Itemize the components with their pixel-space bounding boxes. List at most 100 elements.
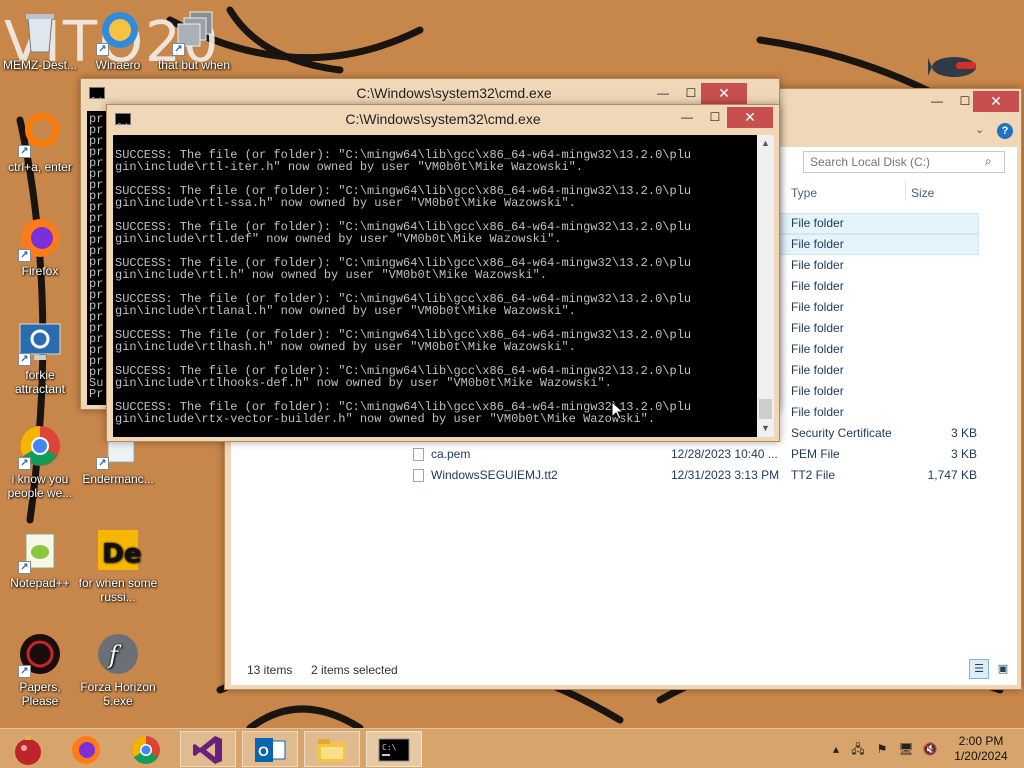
taskbar-cmd-button[interactable]: C:\ (366, 731, 422, 767)
taskbar-outlook-button[interactable]: O (242, 731, 298, 767)
desktop-icon-label: Forza Horizon 5.exe (80, 680, 156, 708)
window-title-text: C:\Windows\system32\cmd.exe (345, 111, 541, 127)
show-hidden-icons-chevron-icon[interactable]: ▴ (828, 742, 844, 756)
shortcut-arrow-icon: ↗ (18, 249, 31, 262)
cmd-window-front[interactable]: C:\Windows\system32\cmd.exe — ☐ ✕ SUCCES… (106, 104, 780, 442)
cmd-icon (115, 112, 131, 140)
close-button[interactable]: ✕ (973, 91, 1019, 112)
papers-please-icon: ↗ (16, 630, 64, 678)
flash-icon: f (94, 630, 142, 678)
chevron-down-icon[interactable]: ⌄ (975, 123, 984, 136)
console-line: gin\include\rtl.def" now owned by user "… (115, 232, 562, 246)
status-selected-count: 2 items selected (311, 663, 398, 677)
minimize-button[interactable]: — (673, 107, 701, 128)
taskbar-start-button[interactable] (0, 731, 56, 767)
large-icons-view-icon[interactable]: ▣ (993, 659, 1013, 679)
close-button[interactable]: ✕ (701, 83, 747, 104)
column-divider (905, 181, 906, 201)
cmd-icon: C:\ (378, 738, 410, 762)
desktop-icon-forkie-attractant[interactable]: ↗ forkie attractant (0, 318, 80, 396)
file-type: File folder (791, 216, 844, 230)
file-size: 3 KB (950, 426, 977, 440)
svg-text:De: De (102, 539, 141, 569)
taskbar-firefox-button[interactable] (58, 731, 114, 767)
status-item-count: 13 items (247, 663, 293, 677)
taskbar-file-explorer-button[interactable] (304, 731, 360, 767)
file-name: WindowsSEGUIEMJ.tt2 (431, 468, 558, 482)
search-input[interactable] (803, 151, 1005, 173)
desktop-icon-label: Endermanc... (82, 472, 154, 486)
desktop-icon-memz[interactable]: MEMZ-Dest... (0, 8, 80, 72)
file-name: ca.pem (431, 447, 471, 461)
desktop-icon-winaero[interactable]: ↗ Winaero (78, 8, 158, 72)
console-line: gin\include\rtlanal.h" now owned by user… (115, 304, 576, 318)
help-icon[interactable]: ? (997, 123, 1013, 139)
desktop-icon-label: MEMZ-Dest... (3, 58, 77, 72)
scrollbar-thumb[interactable] (759, 399, 772, 419)
minimize-button[interactable]: — (923, 91, 951, 112)
desktop-icon-that-but-when[interactable]: ↗ that but when (154, 8, 234, 72)
taskbar-visual-studio-button[interactable] (180, 731, 236, 767)
file-date: 12/28/2023 10:40 ... (671, 447, 778, 461)
file-type: TT2 File (791, 468, 836, 482)
taskbar-chrome-button[interactable] (118, 731, 174, 767)
file-type: File folder (791, 279, 844, 293)
cmd-icon (89, 86, 105, 114)
desktop-icon-ctrl-a-enter[interactable]: ↗ ctrl+a, enter (0, 110, 80, 174)
console-line: gin\include\rtl-iter.h" now owned by use… (115, 160, 584, 174)
svg-text:O: O (258, 743, 269, 759)
scroll-down-arrow-icon[interactable]: ▼ (757, 420, 774, 437)
file-type: File folder (791, 363, 844, 377)
console-line: gin\include\rtl.h" now owned by user "VM… (115, 268, 548, 282)
scroll-up-arrow-icon[interactable]: ▲ (757, 135, 774, 152)
search-icon[interactable]: ⌕ (985, 154, 992, 169)
maximize-button[interactable]: ☐ (701, 107, 729, 128)
network-devices-icon[interactable]: 🖧 (850, 742, 866, 756)
column-header-size[interactable]: Size (911, 186, 934, 200)
taskbar-clock[interactable]: 2:00 PM 1/20/2024 (946, 734, 1016, 764)
action-center-flag-icon[interactable]: ⚑ (874, 742, 890, 756)
console-output[interactable]: SUCCESS: The file (or folder): "C:\mingw… (113, 135, 757, 437)
file-type: File folder (791, 258, 844, 272)
shortcut-arrow-icon: ↗ (172, 43, 185, 56)
desktop-icon-forza-horizon[interactable]: f Forza Horizon 5.exe (78, 630, 158, 708)
svg-text:C:\: C:\ (382, 743, 397, 752)
desktop-icon-firefox[interactable]: ↗ Firefox (0, 214, 80, 278)
window-title-text: C:\Windows\system32\cmd.exe (356, 85, 552, 101)
column-header-type[interactable]: Type (791, 186, 817, 200)
shortcut-arrow-icon: ↗ (18, 353, 31, 366)
file-type: File folder (791, 342, 844, 356)
shortcut-arrow-icon: ↗ (18, 145, 31, 158)
fish-decoration-icon (928, 57, 976, 77)
console-line: gin\include\rtlhooks-def.h" now owned by… (115, 376, 612, 390)
clock-date: 1/20/2024 (954, 749, 1008, 763)
desktop-icon-notepad-plus-plus[interactable]: ↗ Notepad++ (0, 526, 80, 590)
desktop-icon-label: Notepad++ (10, 576, 70, 590)
desktop-icon-i-know-you[interactable]: ↗ i know you people we... (0, 422, 80, 500)
desktop-icon-label: that but when (157, 58, 231, 72)
console-scrollbar[interactable]: ▲ ▼ (757, 135, 774, 437)
desktop-icon-label: for when some russi... (78, 576, 158, 604)
file-type: File folder (791, 405, 844, 419)
file-size: 3 KB (950, 447, 977, 461)
notepad-plus-plus-icon: ↗ (16, 526, 64, 574)
minimize-button[interactable]: — (649, 83, 677, 104)
desktop-icon-for-when[interactable]: De for when some russi... (78, 526, 158, 604)
network-icon[interactable]: 🖥 (898, 742, 914, 756)
file-icon (413, 448, 424, 461)
desktop-icon-label: Papers, Please (19, 680, 61, 708)
file-date: 12/31/2023 3:13 PM (671, 468, 780, 482)
file-icon (413, 469, 424, 482)
shortcut-stack-icon: ↗ (170, 8, 218, 56)
desktop-icon-papers-please[interactable]: ↗ Papers, Please (0, 630, 80, 708)
desktop-icon-label: Winaero (95, 58, 141, 72)
volume-muted-icon[interactable]: 🔇 (922, 742, 938, 756)
close-button[interactable]: ✕ (727, 107, 773, 128)
desktop-icon-label: i know you people we... (7, 472, 73, 500)
file-type: File folder (791, 237, 844, 251)
shortcut-arrow-icon: ↗ (18, 457, 31, 470)
details-view-icon[interactable]: ☰ (969, 659, 989, 679)
chrome-icon: ↗ (16, 422, 64, 470)
desktop-icon-label: Firefox (21, 264, 59, 278)
shortcut-arrow-icon: ↗ (18, 561, 31, 574)
